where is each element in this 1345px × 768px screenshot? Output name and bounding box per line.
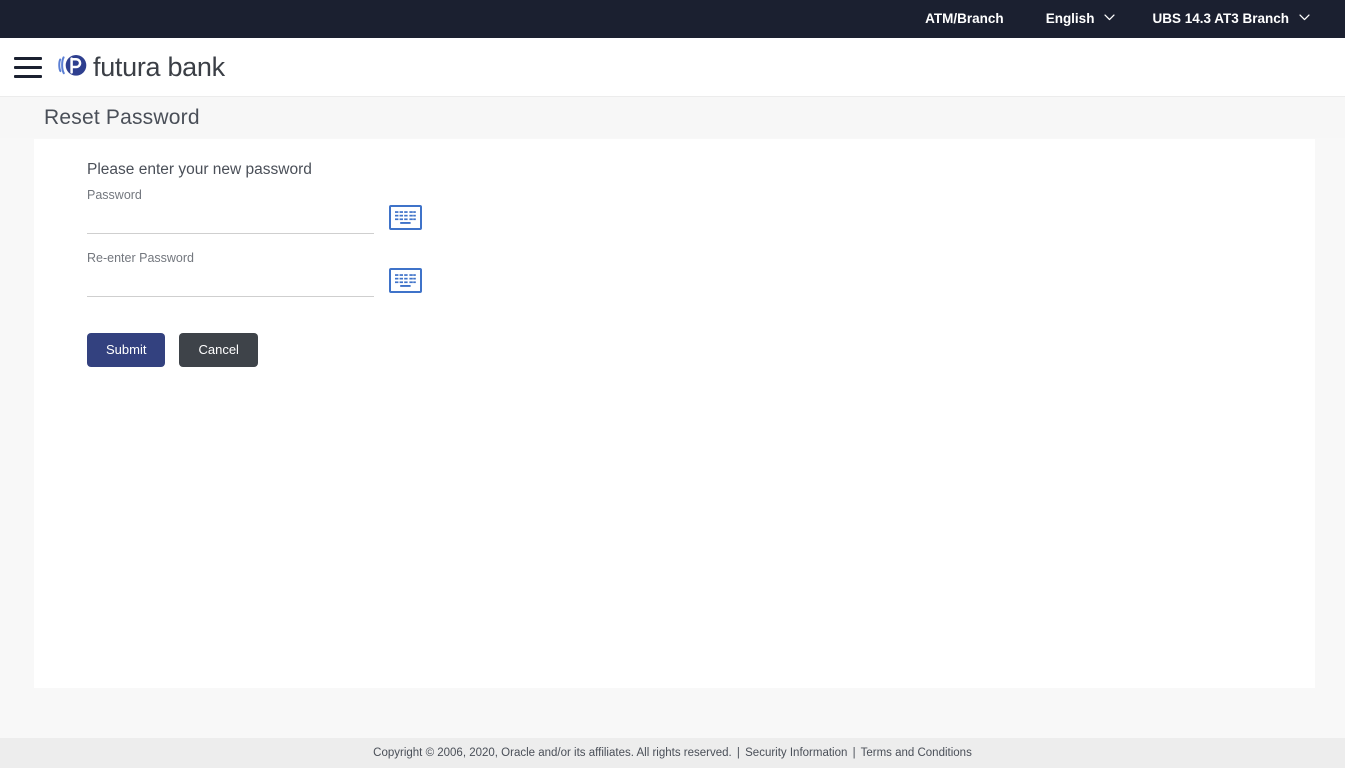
language-label: English — [1045, 11, 1095, 26]
password-input[interactable] — [87, 202, 374, 234]
page-title: Reset Password — [44, 105, 200, 129]
submit-button[interactable]: Submit — [87, 333, 166, 367]
branch-label: UBS 14.3 AT3 Branch — [1152, 11, 1289, 26]
password-field-group: Password — [87, 188, 1315, 234]
footer-content: Copyright © 2006, 2020, Oracle and/or it… — [373, 747, 972, 759]
page-title-band: Reset Password — [0, 97, 1345, 138]
atm-branch-label: ATM/Branch — [925, 11, 1004, 26]
form-heading: Please enter your new password — [87, 161, 312, 178]
top-utility-bar: ATM/Branch English UBS 14.3 AT3 Branch — [0, 0, 1345, 38]
reenter-password-label: Re-enter Password — [87, 251, 194, 265]
reenter-password-field-group: Re-enter Password — [87, 251, 1315, 297]
chevron-down-icon — [1103, 11, 1116, 24]
reset-password-card: Please enter your new password Password — [34, 139, 1315, 688]
futura-bank-logo-icon — [58, 53, 88, 81]
language-selector[interactable]: English — [1028, 0, 1135, 38]
footer-separator: | — [852, 747, 856, 759]
chevron-down-icon — [1298, 11, 1311, 24]
password-label: Password — [87, 188, 142, 202]
reenter-password-input[interactable] — [87, 265, 374, 297]
branch-selector[interactable]: UBS 14.3 AT3 Branch — [1134, 0, 1329, 38]
cancel-button[interactable]: Cancel — [179, 333, 258, 367]
password-input-wrap — [87, 202, 374, 234]
virtual-keyboard-icon[interactable] — [389, 268, 422, 293]
footer-separator: | — [736, 747, 740, 759]
atm-branch-link[interactable]: ATM/Branch — [907, 0, 1028, 38]
brand-header: futura bank — [0, 38, 1345, 97]
brand-name: futura bank — [93, 51, 225, 82]
terms-and-conditions-link[interactable]: Terms and Conditions — [861, 747, 972, 759]
page-footer: Copyright © 2006, 2020, Oracle and/or it… — [0, 738, 1345, 768]
hamburger-bar — [14, 74, 42, 78]
hamburger-menu-icon[interactable] — [14, 52, 44, 82]
reenter-password-input-wrap — [87, 265, 374, 297]
hamburger-bar — [14, 56, 42, 60]
hamburger-bar — [14, 65, 42, 69]
copyright-text: Copyright © 2006, 2020, Oracle and/or it… — [373, 747, 732, 759]
virtual-keyboard-icon[interactable] — [389, 205, 422, 230]
security-information-link[interactable]: Security Information — [745, 747, 847, 759]
brand-logo[interactable]: futura bank — [58, 52, 225, 83]
form-actions: Submit Cancel — [87, 333, 1315, 367]
